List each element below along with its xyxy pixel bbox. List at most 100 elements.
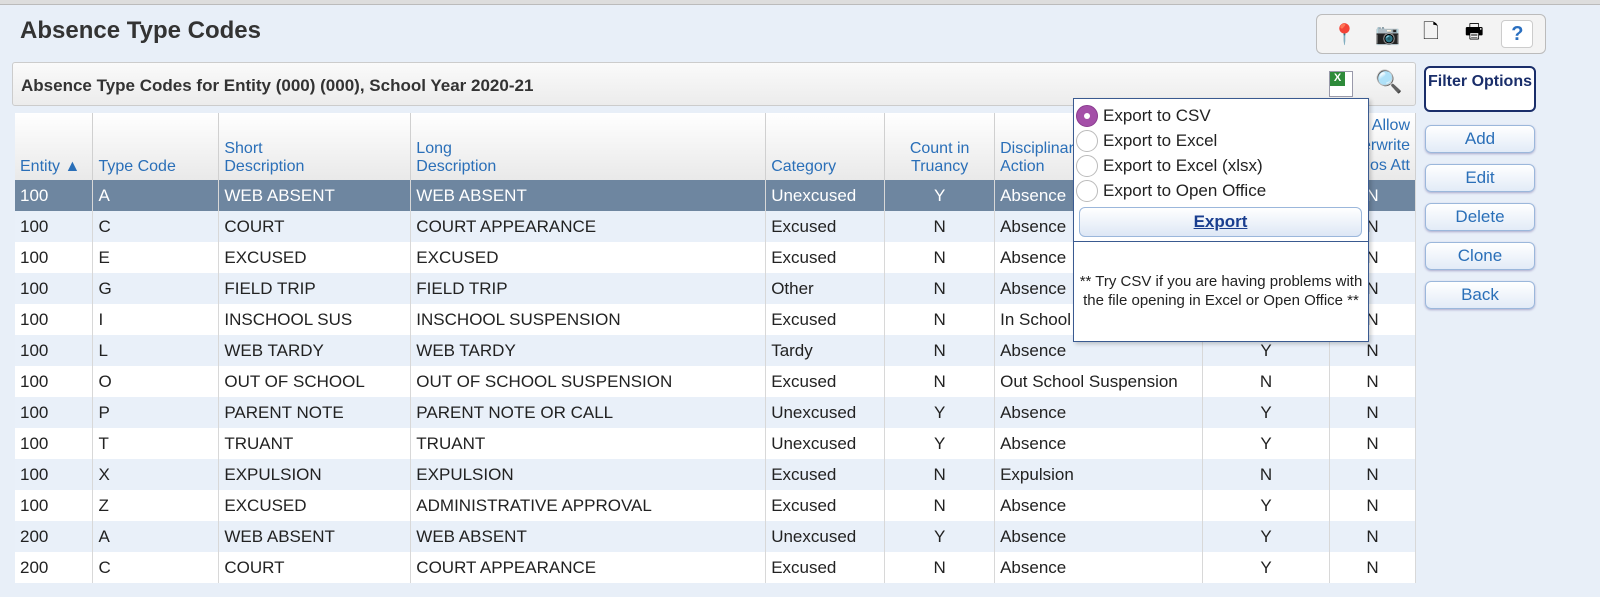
table-cell: EXCUSED bbox=[218, 242, 412, 273]
table-row[interactable]: 100 T TRUANT TRUANT Unexcused Y Absence Y N bbox=[15, 428, 1417, 459]
table-cell: 100 bbox=[15, 335, 94, 366]
new-window-icon[interactable]: 🗋 bbox=[1415, 20, 1447, 48]
table-cell: INSCHOOL SUS bbox=[218, 304, 412, 335]
table-row[interactable]: 200 A WEB ABSENT WEB ABSENT Unexcused Y Absenc… bbox=[15, 521, 1417, 552]
table-cell: Excused bbox=[765, 552, 886, 583]
table-cell: T bbox=[92, 428, 220, 459]
table-cell: N bbox=[1329, 552, 1417, 583]
table-cell: 100 bbox=[15, 180, 94, 211]
column-header[interactable]: Long Description bbox=[410, 113, 767, 180]
table-cell: 100 bbox=[15, 211, 94, 242]
table-cell: COURT bbox=[218, 552, 412, 583]
export-option[interactable]: Export to Excel (xlsx) bbox=[1074, 153, 1368, 178]
table-cell: WEB TARDY bbox=[410, 335, 767, 366]
export-option[interactable]: Export to Open Office bbox=[1074, 178, 1368, 203]
table-cell: 100 bbox=[15, 273, 94, 304]
export-option[interactable]: Export to CSV bbox=[1074, 103, 1368, 128]
table-cell: OUT OF SCHOOL bbox=[218, 366, 412, 397]
table-cell: Excused bbox=[765, 366, 886, 397]
table-cell: TRUANT bbox=[218, 428, 412, 459]
export-button[interactable]: Export bbox=[1079, 207, 1362, 237]
table-cell: FIELD TRIP bbox=[218, 273, 412, 304]
table-cell: P bbox=[92, 397, 220, 428]
table-cell: Other bbox=[765, 273, 886, 304]
table-cell: Y bbox=[1202, 552, 1330, 583]
radio-button[interactable] bbox=[1076, 154, 1098, 177]
table-cell: N bbox=[1329, 428, 1417, 459]
table-cell: X bbox=[92, 459, 220, 490]
table-cell: N bbox=[1329, 366, 1417, 397]
table-row[interactable]: 100 O OUT OF SCHOOL OUT OF SCHOOL SUSPENSIO… bbox=[15, 366, 1417, 397]
table-cell: Unexcused bbox=[765, 428, 886, 459]
back-button[interactable]: Back bbox=[1425, 281, 1535, 309]
table-cell: FIELD TRIP bbox=[410, 273, 767, 304]
radio-button[interactable] bbox=[1076, 179, 1098, 202]
toolbar: 📍 📷 🗋 🖶 ? bbox=[1316, 14, 1546, 54]
table-cell: O bbox=[92, 366, 220, 397]
table-cell: C bbox=[92, 552, 220, 583]
table-row[interactable]: 200 C COURT COURT APPEARANCE Excused N Absence… bbox=[15, 552, 1417, 583]
table-cell: TRUANT bbox=[410, 428, 767, 459]
table-cell: EXCUSED bbox=[218, 490, 412, 521]
table-row[interactable]: 100 P PARENT NOTE PARENT NOTE OR CALL Unexcu… bbox=[15, 397, 1417, 428]
print-icon[interactable]: 🖶 bbox=[1458, 20, 1490, 48]
add-button[interactable]: Add bbox=[1425, 125, 1535, 153]
map-pin-icon[interactable]: 📍 bbox=[1329, 20, 1361, 48]
table-row[interactable]: 100 X EXPULSION EXPULSION Excused N Expulsion N… bbox=[15, 459, 1417, 490]
table-cell: N bbox=[884, 366, 996, 397]
column-header[interactable]: Short Description bbox=[218, 113, 412, 180]
table-cell: COURT APPEARANCE bbox=[410, 552, 767, 583]
radio-button[interactable] bbox=[1076, 104, 1098, 127]
table-cell: N bbox=[884, 242, 996, 273]
table-cell: N bbox=[1329, 459, 1417, 490]
export-option-label: Export to Excel (xlsx) bbox=[1103, 155, 1263, 175]
column-header[interactable]: Category bbox=[765, 113, 886, 180]
export-popup: Export to CSV Export to Excel Export to Ex… bbox=[1073, 98, 1369, 342]
edit-button[interactable]: Edit bbox=[1425, 164, 1535, 192]
export-option[interactable]: Export to Excel bbox=[1074, 128, 1368, 153]
table-cell: Y bbox=[1202, 397, 1330, 428]
table-cell: A bbox=[92, 180, 220, 211]
export-option-label: Export to CSV bbox=[1103, 105, 1211, 125]
table-cell: N bbox=[1329, 397, 1417, 428]
table-cell: Excused bbox=[765, 242, 886, 273]
table-cell: WEB ABSENT bbox=[218, 521, 412, 552]
column-header[interactable]: Entity ▲ bbox=[15, 113, 94, 180]
column-header[interactable]: Type Code bbox=[92, 113, 220, 180]
table-cell: N bbox=[884, 490, 996, 521]
radio-button[interactable] bbox=[1076, 129, 1098, 152]
table-cell: 100 bbox=[15, 490, 94, 521]
table-cell: EXCUSED bbox=[410, 242, 767, 273]
table-cell: N bbox=[884, 273, 996, 304]
table-cell: COURT bbox=[218, 211, 412, 242]
table-cell: L bbox=[92, 335, 220, 366]
table-cell: Excused bbox=[765, 490, 886, 521]
table-cell: Absence bbox=[994, 490, 1204, 521]
print-preview-icon[interactable]: 🔍 bbox=[1375, 69, 1402, 95]
table-cell: I bbox=[92, 304, 220, 335]
camera-icon[interactable]: 📷 bbox=[1372, 20, 1404, 48]
table-cell: N bbox=[884, 335, 996, 366]
table-cell: Absence bbox=[994, 552, 1204, 583]
table-cell: 100 bbox=[15, 397, 94, 428]
page-title: Absence Type Codes bbox=[20, 17, 261, 44]
clone-button[interactable]: Clone bbox=[1425, 242, 1535, 270]
table-cell: Out School Suspension bbox=[994, 366, 1204, 397]
column-header[interactable]: Count in Truancy bbox=[884, 113, 996, 180]
browser-edge bbox=[0, 0, 1600, 5]
table-cell: Y bbox=[1202, 521, 1330, 552]
export-option-label: Export to Excel bbox=[1103, 130, 1218, 150]
delete-button[interactable]: Delete bbox=[1425, 203, 1535, 231]
table-cell: N bbox=[1329, 490, 1417, 521]
table-cell: Z bbox=[92, 490, 220, 521]
table-cell: 100 bbox=[15, 304, 94, 335]
help-icon[interactable]: ? bbox=[1501, 20, 1534, 48]
table-cell: Absence bbox=[994, 428, 1204, 459]
table-cell: Y bbox=[1202, 428, 1330, 459]
table-cell: N bbox=[1329, 521, 1417, 552]
excel-export-icon[interactable] bbox=[1329, 71, 1353, 97]
table-cell: G bbox=[92, 273, 220, 304]
table-cell: N bbox=[884, 459, 996, 490]
filter-options-button[interactable]: Filter Options bbox=[1424, 66, 1536, 112]
table-row[interactable]: 100 Z EXCUSED ADMINISTRATIVE APPROVAL Excuse… bbox=[15, 490, 1417, 521]
